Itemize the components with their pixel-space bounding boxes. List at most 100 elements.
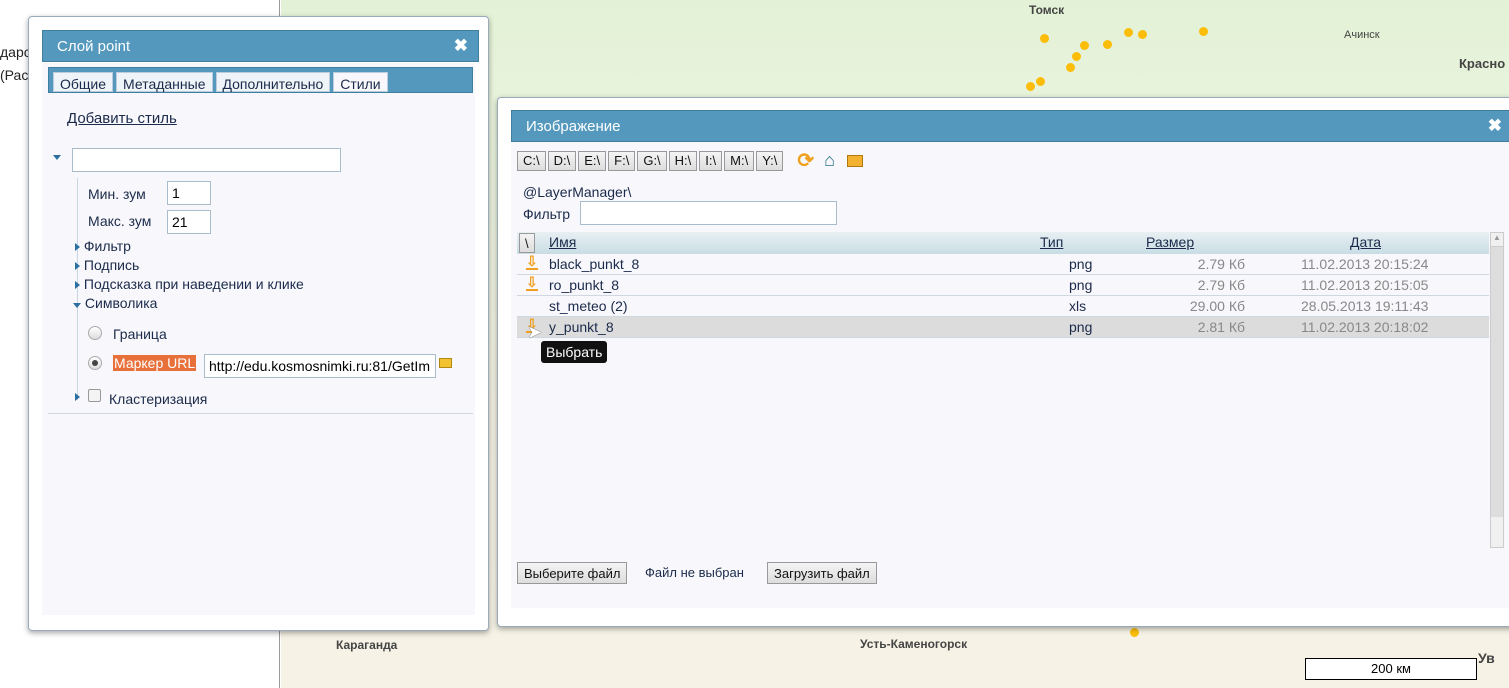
node-label: Фильтр [83, 238, 131, 254]
drive-g-button[interactable]: G:\ [637, 150, 667, 171]
drive-c-button[interactable]: C:\ [517, 150, 546, 171]
drive-m-button[interactable]: M:\ [724, 150, 755, 171]
file-row[interactable]: ⇩ ro_punkt_8 png 2.79 Кб 11.02.2013 20:15:05 [517, 275, 1489, 296]
clustering-checkbox[interactable] [88, 389, 101, 402]
home-icon[interactable]: ⌂ [824, 150, 835, 171]
tab-additional[interactable]: Дополнительно [215, 72, 331, 92]
file-row[interactable]: st_meteo (2) xls 29.00 Кб 28.05.2013 19:11:… [517, 296, 1489, 317]
upload-file-button[interactable]: Загрузить файл [767, 562, 877, 584]
background-text: (Рас [0, 67, 29, 83]
collapse-icon[interactable] [53, 155, 61, 160]
sort-size[interactable]: Размер [1146, 234, 1194, 250]
close-icon[interactable]: ✖ [454, 36, 468, 56]
max-zoom-input[interactable] [167, 210, 211, 234]
expand-icon[interactable] [75, 393, 80, 401]
layer-dialog-titlebar[interactable]: Слой point ✖ [42, 30, 479, 62]
map-point[interactable] [1080, 41, 1089, 50]
file-type: png [1069, 256, 1093, 272]
add-style-link[interactable]: Добавить стиль [67, 110, 177, 127]
max-zoom-label: Макс. зум [88, 213, 152, 229]
file-type: png [1069, 319, 1093, 335]
file-row[interactable]: ⇩ y_punkt_8 png 2.81 Кб 11.02.2013 20:18:02 [517, 317, 1489, 338]
new-folder-icon[interactable] [847, 154, 864, 167]
map-point[interactable] [1072, 52, 1081, 61]
scale-bar: 200 км [1305, 658, 1477, 680]
drive-e-button[interactable]: E:\ [578, 150, 607, 171]
map-point[interactable] [1036, 77, 1045, 86]
node-label: Символика [84, 295, 158, 311]
city-label: Ув [1478, 650, 1495, 666]
map-point[interactable] [1026, 82, 1035, 91]
scrollbar[interactable]: ▲ [1490, 232, 1504, 548]
up-folder-button[interactable]: \ [519, 233, 535, 253]
tooltip: Выбрать [541, 341, 608, 363]
city-label: Томск [1029, 3, 1065, 17]
close-icon[interactable]: ✖ [1488, 116, 1502, 136]
file-size: 2.79 Кб [1197, 277, 1245, 293]
city-label: Усть-Каменогорск [860, 637, 968, 651]
file-date: 11.02.2013 20:15:05 [1301, 277, 1429, 293]
map-point[interactable] [1138, 30, 1147, 39]
current-path: @LayerManager\ [523, 184, 632, 200]
map-point[interactable] [1130, 628, 1139, 637]
sort-type[interactable]: Тип [1040, 234, 1063, 250]
file-name: st_meteo (2) [549, 298, 628, 314]
city-label: Караганда [336, 638, 398, 652]
city-label: Красно [1459, 56, 1506, 71]
dialog-title: Слой point [57, 38, 131, 55]
tab-styles[interactable]: Стили [333, 72, 388, 92]
map-point[interactable] [1066, 63, 1075, 72]
refresh-icon[interactable]: ⟳ [797, 148, 814, 173]
map-point[interactable] [1199, 27, 1208, 36]
tree-node-tooltip[interactable]: Подсказка при наведении и клике [75, 276, 304, 292]
marker-url-input[interactable] [204, 354, 436, 378]
folder-icon[interactable] [439, 358, 452, 368]
choose-file-button[interactable]: Выберите файл [517, 562, 628, 584]
filter-label: Фильтр [523, 206, 571, 222]
min-zoom-input[interactable] [167, 181, 211, 205]
drive-i-button[interactable]: I:\ [699, 150, 723, 171]
sort-name[interactable]: Имя [549, 234, 576, 250]
border-label: Граница [113, 326, 167, 342]
map-point[interactable] [1040, 34, 1049, 43]
drive-f-button[interactable]: F:\ [608, 150, 636, 171]
download-icon[interactable]: ⇩ [526, 275, 538, 291]
style-name-input[interactable] [72, 148, 341, 172]
min-zoom-label: Мин. зум [88, 186, 146, 202]
tab-general[interactable]: Общие [53, 72, 114, 92]
image-dialog-titlebar[interactable]: Изображение ✖ [511, 110, 1509, 142]
scroll-up-arrow: ▲ [1491, 233, 1503, 247]
tree-node-filter[interactable]: Фильтр [75, 238, 131, 254]
tree-node-symbology[interactable]: Символика [73, 295, 157, 311]
file-name: y_punkt_8 [549, 319, 614, 335]
border-radio[interactable] [88, 326, 102, 340]
file-row[interactable]: ⇩ black_punkt_8 png 2.79 Кб 11.02.2013 20:15… [517, 254, 1489, 275]
file-type: xls [1069, 298, 1087, 314]
drive-d-button[interactable]: D:\ [547, 150, 577, 171]
city-label: Ачинск [1344, 29, 1380, 41]
file-date: 28.05.2013 19:11:43 [1301, 298, 1429, 314]
file-size: 2.79 Кб [1197, 256, 1245, 272]
file-type: png [1069, 277, 1093, 293]
file-date: 11.02.2013 20:15:24 [1301, 256, 1429, 272]
file-size: 29.00 Кб [1189, 298, 1245, 314]
dialog-title: Изображение [526, 118, 621, 135]
image-picker-dialog [497, 97, 1509, 627]
mouse-cursor-icon: ➤ [527, 322, 543, 342]
node-label: Подсказка при наведении и клике [83, 276, 304, 292]
download-icon[interactable]: ⇩ [526, 254, 538, 270]
tab-metadata[interactable]: Метаданные [116, 72, 213, 92]
clustering-label: Кластеризация [109, 391, 208, 407]
filter-input[interactable] [580, 201, 837, 225]
tab-bar: Общие Метаданные Дополнительно Стили [48, 67, 473, 93]
file-date: 11.02.2013 20:18:02 [1301, 319, 1429, 335]
drive-y-button[interactable]: Y:\ [756, 150, 784, 171]
map-point[interactable] [1124, 28, 1133, 37]
sort-date[interactable]: Дата [1350, 234, 1381, 250]
file-name: ro_punkt_8 [549, 277, 620, 293]
file-name: black_punkt_8 [549, 256, 640, 272]
tree-node-label[interactable]: Подпись [75, 257, 139, 273]
marker-url-radio[interactable] [88, 356, 102, 370]
drive-h-button[interactable]: H:\ [668, 150, 698, 171]
map-point[interactable] [1103, 40, 1112, 49]
